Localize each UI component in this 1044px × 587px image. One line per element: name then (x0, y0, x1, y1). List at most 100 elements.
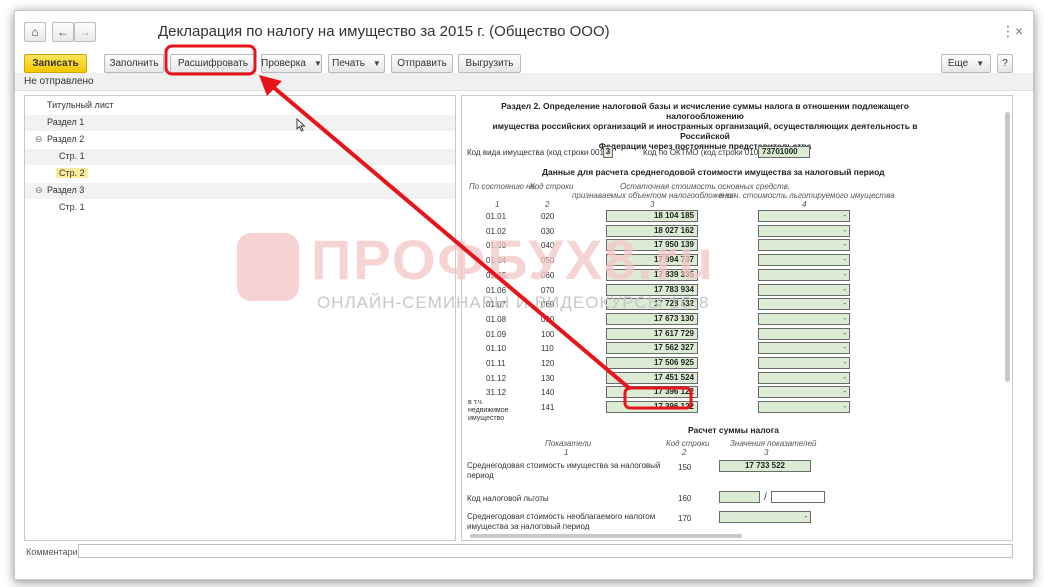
row-code: 020 (541, 212, 555, 221)
benefit-value-field[interactable]: - (758, 210, 850, 222)
row-date: 01.04 (486, 256, 507, 266)
row-date: 01.06 (486, 285, 507, 295)
save-button[interactable]: Записать (24, 54, 87, 73)
calc-label-160: Код налоговой льготы (467, 494, 549, 503)
benefit-value-field[interactable]: - (758, 254, 850, 267)
row-date: 01.09 (486, 329, 507, 339)
row-date: 31.12 (486, 388, 507, 398)
tree-item-section-3[interactable]: ⊖ Раздел 3 (25, 183, 455, 199)
section-title-line: Раздел 2. Определение налоговой базы и и… (501, 101, 909, 121)
benefit-value-field[interactable]: - (758, 327, 850, 340)
residual-value-field[interactable]: 17 396 122 (606, 401, 698, 414)
comment-input[interactable] (78, 544, 1013, 558)
benefit-value-field[interactable]: - (758, 342, 850, 355)
row-code: 090 (541, 314, 555, 324)
property-code-field[interactable]: 3 (603, 146, 613, 158)
benefit-value-field[interactable]: - (758, 239, 850, 252)
residual-value-field[interactable]: 17 728 532 (606, 298, 698, 311)
tree-item-section-2[interactable]: ⊖ Раздел 2 (25, 132, 455, 148)
row-code: 141 (541, 403, 555, 413)
chevron-down-icon: ▼ (976, 59, 985, 68)
forward-button[interactable]: → (74, 22, 96, 42)
home-button[interactable]: ⌂ (24, 22, 46, 42)
residual-value-field[interactable]: 18 027 162 (606, 224, 698, 237)
row-date: 01.12 (486, 373, 507, 383)
tree-item-section-3-page-1[interactable]: Стр. 1 (25, 200, 455, 216)
row-date: 01.03 (486, 241, 507, 251)
section-title: Раздел 2. Определение налоговой базы и и… (470, 101, 940, 151)
close-icon[interactable]: × (1015, 23, 1023, 39)
oktmo-label: Код по ОКТМО (код строки 010) (643, 148, 761, 157)
col-num: 3 (650, 200, 655, 209)
row-date: 01.02 (486, 226, 507, 236)
col-header-residual-2: признаваемых объектом налогообложения (572, 191, 736, 200)
calc-label-150-line-1: Среднегодовая стоимость имущества за нал… (467, 461, 661, 470)
comment-label: Комментарий: (26, 547, 86, 557)
send-status: Не отправлено (24, 76, 94, 87)
col-num: 4 (802, 200, 807, 209)
residual-value-field[interactable]: 17 562 327 (606, 342, 698, 355)
collapse-icon[interactable]: ⊖ (35, 134, 43, 145)
collapse-icon[interactable]: ⊖ (35, 185, 43, 196)
nontaxable-value-170-field[interactable]: - (719, 511, 811, 523)
print-button[interactable]: Печать ▼ (328, 54, 385, 73)
residual-value-field[interactable]: 17 617 729 (606, 327, 698, 340)
residual-value-field[interactable]: 17 950 139 (606, 239, 698, 252)
tree-item-label-selected: Стр. 2 (56, 168, 88, 178)
send-button[interactable]: Отправить (391, 54, 453, 73)
benefit-value-field[interactable]: - (758, 298, 850, 311)
help-button[interactable]: ? (997, 54, 1013, 73)
residual-value-field[interactable]: 17 839 335 (606, 268, 698, 281)
benefit-code-separator: / (764, 492, 767, 503)
check-button[interactable]: Проверка ▼ (261, 54, 322, 73)
row-date: 01.05 (486, 270, 507, 280)
residual-value-field[interactable]: 18 104 185 (606, 210, 698, 222)
decode-button[interactable]: Расшифровать (170, 54, 256, 73)
residual-value-field[interactable]: 17 451 524 (606, 371, 698, 384)
tree-item-section-2-page-2[interactable]: Стр. 2 (25, 166, 455, 182)
benefit-value-field[interactable]: - (758, 224, 850, 237)
tree-item-title-page[interactable]: Титульный лист (25, 98, 455, 114)
benefit-value-field[interactable]: - (758, 386, 850, 399)
col-num: 2 (682, 448, 687, 457)
avg-value-150-field[interactable]: 17 733 522 (719, 460, 811, 472)
vertical-scrollbar[interactable] (1005, 112, 1010, 382)
benefit-value-field[interactable]: - (758, 283, 850, 296)
tree-item-label: Стр. 1 (59, 151, 85, 161)
benefit-code-field-1[interactable] (719, 491, 760, 503)
title-bar: ⌂ ← → Декларация по налогу на имущество … (15, 11, 1033, 53)
residual-value-field[interactable]: 17 894 737 (606, 254, 698, 267)
calc-col-values: Значения показателей (730, 439, 817, 448)
benefit-value-field[interactable]: - (758, 312, 850, 325)
tree-item-section-1[interactable]: Раздел 1 (25, 115, 455, 131)
more-menu-icon[interactable]: ⋮ (1001, 23, 1015, 40)
fill-button[interactable]: Заполнить (104, 54, 164, 73)
row-code: 140 (541, 388, 555, 398)
tree-item-section-2-page-1[interactable]: Стр. 1 (25, 149, 455, 165)
tree-item-label: Раздел 3 (47, 185, 85, 195)
benefit-value-field[interactable]: - (758, 401, 850, 414)
oktmo-field[interactable]: 73701000 (758, 146, 810, 158)
row-code: 060 (541, 270, 555, 280)
section-title-line: имущества российских организаций и иност… (492, 121, 918, 141)
residual-value-field[interactable]: 17 506 925 (606, 357, 698, 369)
calc-code-170: 170 (678, 514, 692, 523)
chevron-down-icon: ▼ (372, 59, 381, 68)
upload-button[interactable]: Выгрузить (458, 54, 521, 73)
residual-value-field[interactable]: 17 396 122 (606, 386, 698, 399)
residual-value-field[interactable]: 17 673 130 (606, 312, 698, 325)
row-code: 110 (541, 344, 554, 354)
row-date: 01.10 (486, 344, 507, 354)
benefit-value-field[interactable]: - (758, 357, 850, 369)
benefit-code-field-2[interactable] (771, 491, 825, 503)
mouse-pointer-icon (296, 118, 306, 132)
benefit-value-field[interactable]: - (758, 268, 850, 281)
horizontal-scrollbar[interactable] (470, 534, 742, 538)
calc-label-170-line-2: имущества за налоговый период (467, 522, 590, 531)
back-arrow-icon: ← (57, 25, 69, 39)
tree-item-label: Титульный лист (47, 100, 114, 110)
back-button[interactable]: ← (52, 22, 74, 42)
more-button[interactable]: Еще ▼ (941, 54, 991, 73)
residual-value-field[interactable]: 17 783 934 (606, 283, 698, 296)
benefit-value-field[interactable]: - (758, 371, 850, 384)
